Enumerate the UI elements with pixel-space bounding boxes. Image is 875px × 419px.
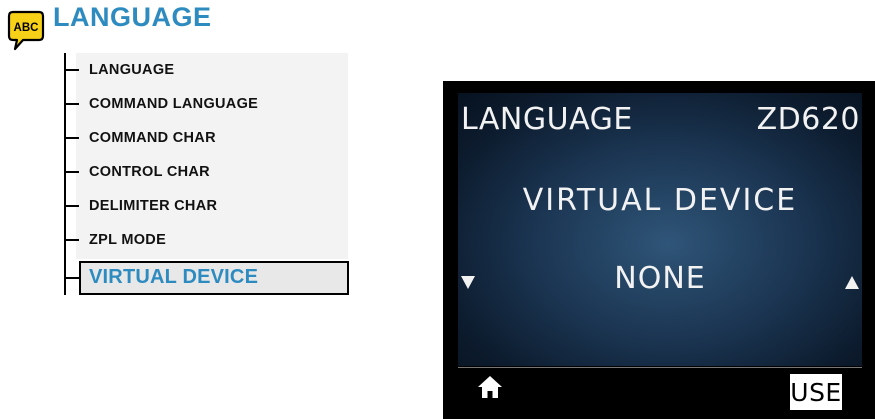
menu-tree: LANGUAGE COMMAND LANGUAGE COMMAND CHAR C… <box>64 53 354 295</box>
menu-item-label: COMMAND LANGUAGE <box>89 96 259 112</box>
tree-branch <box>64 239 79 241</box>
menu-item-label: COMMAND CHAR <box>89 130 216 146</box>
menu-item-label: LANGUAGE <box>89 62 175 78</box>
lcd-display-area: LANGUAGE ZD620 VIRTUAL DEVICE NONE <box>458 93 862 366</box>
menu-item-command-char[interactable]: COMMAND CHAR <box>64 121 348 155</box>
tree-branch <box>64 69 79 71</box>
home-icon[interactable] <box>477 375 503 399</box>
menu-item-delimiter-char[interactable]: DELIMITER CHAR <box>64 189 348 223</box>
lcd-menu-title: LANGUAGE <box>461 102 633 137</box>
abc-language-icon: ABC <box>7 10 45 51</box>
menu-item-label: CONTROL CHAR <box>89 164 210 180</box>
menu-item-label: VIRTUAL DEVICE <box>89 266 259 288</box>
printer-lcd-screen: LANGUAGE ZD620 VIRTUAL DEVICE NONE USE <box>443 81 875 419</box>
tree-branch <box>64 171 79 173</box>
tree-branch <box>64 205 79 207</box>
logo-text: ABC <box>14 22 39 34</box>
menu-item-zpl-mode[interactable]: ZPL MODE <box>64 223 348 257</box>
lcd-setting-name: VIRTUAL DEVICE <box>522 183 798 218</box>
up-arrow-icon[interactable] <box>845 276 859 289</box>
tree-branch <box>64 103 79 105</box>
use-button[interactable]: USE <box>790 374 842 410</box>
tree-branch <box>64 137 79 139</box>
lcd-setting-value: NONE <box>614 261 706 296</box>
menu-item-control-char[interactable]: CONTROL CHAR <box>64 155 348 189</box>
tree-branch <box>64 277 79 279</box>
menu-item-label: DELIMITER CHAR <box>89 198 218 214</box>
lcd-divider <box>458 367 862 368</box>
menu-item-label: ZPL MODE <box>89 232 167 248</box>
page-title: LANGUAGE <box>53 2 212 32</box>
menu-item-command-language[interactable]: COMMAND LANGUAGE <box>64 87 348 121</box>
down-arrow-icon[interactable] <box>461 276 475 289</box>
menu-item-virtual-device[interactable]: VIRTUAL DEVICE <box>64 261 349 295</box>
menu-item-language[interactable]: LANGUAGE <box>64 53 348 87</box>
lcd-printer-model: ZD620 <box>756 102 860 137</box>
